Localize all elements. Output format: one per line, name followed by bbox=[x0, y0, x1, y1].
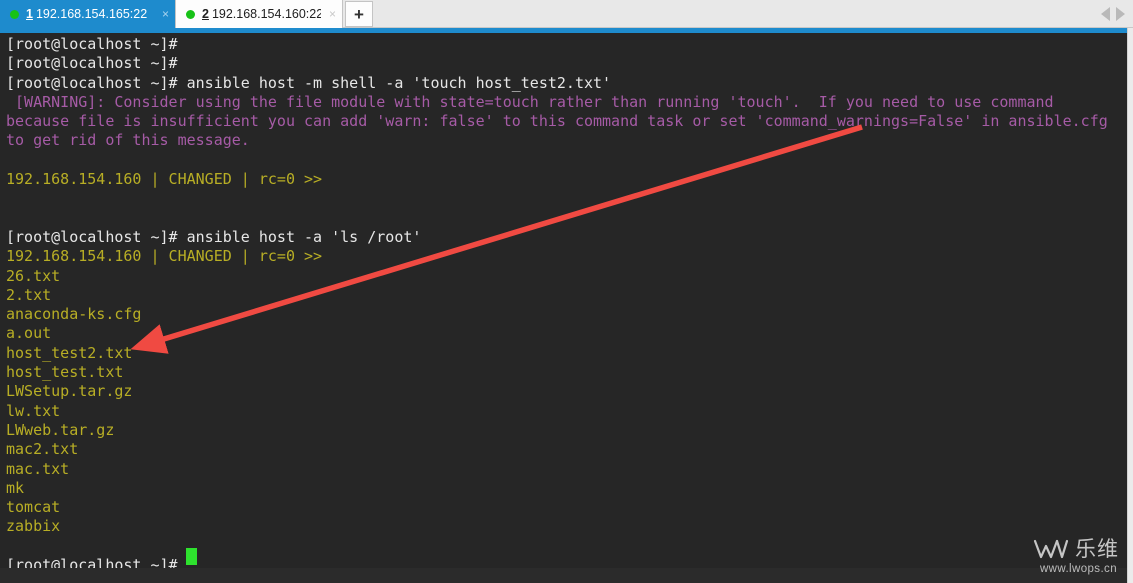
terminal-line: mac.txt bbox=[6, 459, 70, 478]
tab-scroll-controls bbox=[1101, 0, 1133, 27]
watermark-url: www.lwops.cn bbox=[1039, 563, 1117, 575]
terminal-line: lw.txt bbox=[6, 401, 61, 420]
brand-logo-icon bbox=[1033, 539, 1069, 559]
tab-bar-spacer bbox=[373, 0, 1101, 27]
tab-bar: 1 192.168.154.165:22 × 2 192.168.154.160… bbox=[0, 0, 1133, 28]
terminal-line: [WARNING]: Consider using the file modul… bbox=[6, 92, 1054, 111]
close-icon[interactable]: × bbox=[321, 8, 336, 20]
terminal-line: 2.txt bbox=[6, 285, 52, 304]
terminal-cursor bbox=[186, 548, 197, 565]
terminal-line: LWweb.tar.gz bbox=[6, 420, 115, 439]
connection-status-dot bbox=[186, 9, 195, 19]
tab-session-1[interactable]: 1 192.168.154.165:22 × bbox=[0, 0, 175, 28]
terminal-line: because file is insufficient you can add… bbox=[6, 112, 1108, 131]
terminal-line: [root@localhost ~]# ansible host -m shel… bbox=[6, 73, 612, 92]
terminal-line: LWSetup.tar.gz bbox=[6, 382, 133, 401]
watermark: 乐维 www.lwops.cn bbox=[1033, 538, 1119, 575]
terminal-line: zabbix bbox=[6, 517, 61, 536]
terminal-line: tomcat bbox=[6, 498, 61, 517]
tab-session-2[interactable]: 2 192.168.154.160:22 × bbox=[175, 0, 343, 28]
terminal-line: host_test.txt bbox=[6, 363, 124, 382]
terminal-line: 192.168.154.160 | CHANGED | rc=0 >> bbox=[6, 247, 323, 266]
terminal-line: anaconda-ks.cfg bbox=[6, 305, 142, 324]
terminal-bottom-strip bbox=[0, 568, 1127, 583]
tab-title: 192.168.154.165:22 bbox=[35, 7, 148, 21]
tab-index-label: 2 bbox=[202, 7, 209, 21]
watermark-row: 乐维 bbox=[1033, 538, 1119, 560]
terminal-line: a.out bbox=[6, 324, 52, 343]
terminal-scrollbar[interactable] bbox=[1127, 28, 1133, 583]
terminal-line: 192.168.154.160 | CHANGED | rc=0 >> bbox=[6, 170, 323, 189]
terminal-line: [root@localhost ~]# ansible host -a 'ls … bbox=[6, 227, 422, 246]
terminal-output-pane[interactable]: [root@localhost ~]# [root@localhost ~]# [r… bbox=[0, 33, 1127, 568]
terminal-line: [root@localhost ~]# bbox=[6, 556, 178, 568]
connection-status-dot bbox=[10, 9, 19, 19]
tab-index-label: 1 bbox=[26, 7, 33, 21]
chevron-right-icon[interactable] bbox=[1116, 6, 1125, 21]
terminal-line: host_test2.txt bbox=[6, 343, 133, 362]
new-tab-button[interactable]: + bbox=[345, 1, 373, 27]
terminal-text: [root@localhost ~]# [root@localhost ~]# [r… bbox=[0, 33, 1127, 568]
terminal-line: mac2.txt bbox=[6, 440, 79, 459]
terminal-line: [root@localhost ~]# bbox=[6, 35, 178, 53]
terminal-window: 1 192.168.154.165:22 × 2 192.168.154.160… bbox=[0, 0, 1133, 583]
terminal-line: [root@localhost ~]# bbox=[6, 54, 178, 73]
terminal-line: mk bbox=[6, 478, 25, 497]
close-icon[interactable]: × bbox=[154, 8, 169, 20]
tab-title: 192.168.154.160:22 bbox=[211, 7, 321, 21]
watermark-brand: 乐维 bbox=[1075, 536, 1119, 561]
terminal-line: 26.txt bbox=[6, 266, 61, 285]
terminal-line: to get rid of this message. bbox=[6, 131, 250, 150]
chevron-left-icon[interactable] bbox=[1101, 6, 1110, 21]
